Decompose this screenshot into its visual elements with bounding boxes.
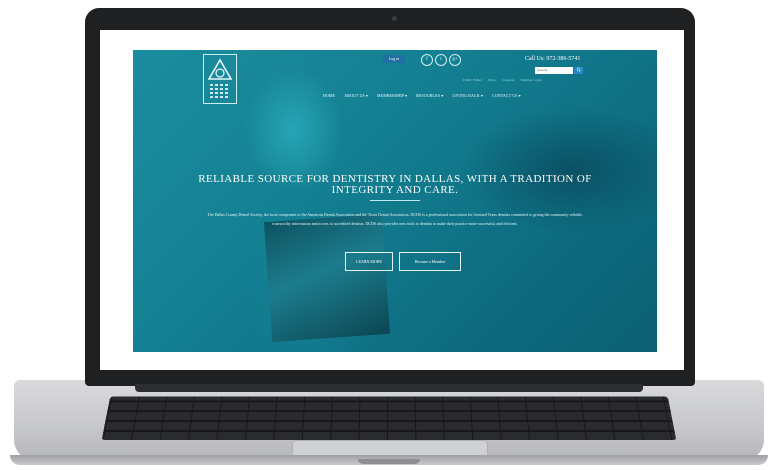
website-viewport: Log in f t g+ Call Us: 972-386-5741 Sear… — [133, 50, 657, 352]
utility-links: Public Finder News Calendar Member Login — [463, 78, 542, 82]
utility-link[interactable]: Member Login — [521, 78, 542, 82]
nav-membership[interactable]: MEMBERSHIP ▾ — [377, 93, 407, 98]
laptop-notch — [358, 459, 420, 464]
webcam — [392, 16, 397, 21]
nav-home[interactable]: HOME — [323, 93, 335, 98]
search-input[interactable]: Search... — [535, 67, 573, 74]
twitter-icon[interactable]: t — [435, 54, 447, 66]
laptop-hinge — [135, 384, 643, 392]
utility-link[interactable]: Calendar — [502, 78, 515, 82]
search-icon[interactable]: Q — [574, 67, 583, 74]
laptop-keyboard — [101, 396, 677, 441]
phone-number[interactable]: Call Us: 972-386-5741 — [525, 56, 580, 62]
utility-link[interactable]: News — [488, 78, 496, 82]
hero-title: RELIABLE SOURCE FOR DENTISTRY IN DALLAS,… — [198, 173, 592, 196]
login-button[interactable]: Log in — [383, 55, 405, 63]
nav-about-us[interactable]: ABOUT US ▾ — [344, 93, 368, 98]
hero-description: The Dallas County Dental Society, the lo… — [207, 212, 583, 226]
nav-contact-us[interactable]: CONTACT US ▾ — [492, 93, 521, 98]
hero-photo-card — [263, 214, 391, 342]
nav-resources[interactable]: RESOURCES ▾ — [416, 93, 443, 98]
learn-more-button[interactable]: LEARN MORE — [345, 252, 393, 271]
nav-giving-back[interactable]: GIVING BACK ▾ — [452, 93, 483, 98]
become-member-button[interactable]: Become a Member — [399, 252, 461, 271]
dcds-logo[interactable] — [203, 54, 237, 104]
hero-divider — [370, 200, 420, 201]
google-plus-icon[interactable]: g+ — [449, 54, 461, 66]
facebook-icon[interactable]: f — [421, 54, 433, 66]
main-nav: HOME ABOUT US ▾ MEMBERSHIP ▾ RESOURCES ▾… — [323, 93, 521, 98]
utility-link[interactable]: Public Finder — [463, 78, 482, 82]
